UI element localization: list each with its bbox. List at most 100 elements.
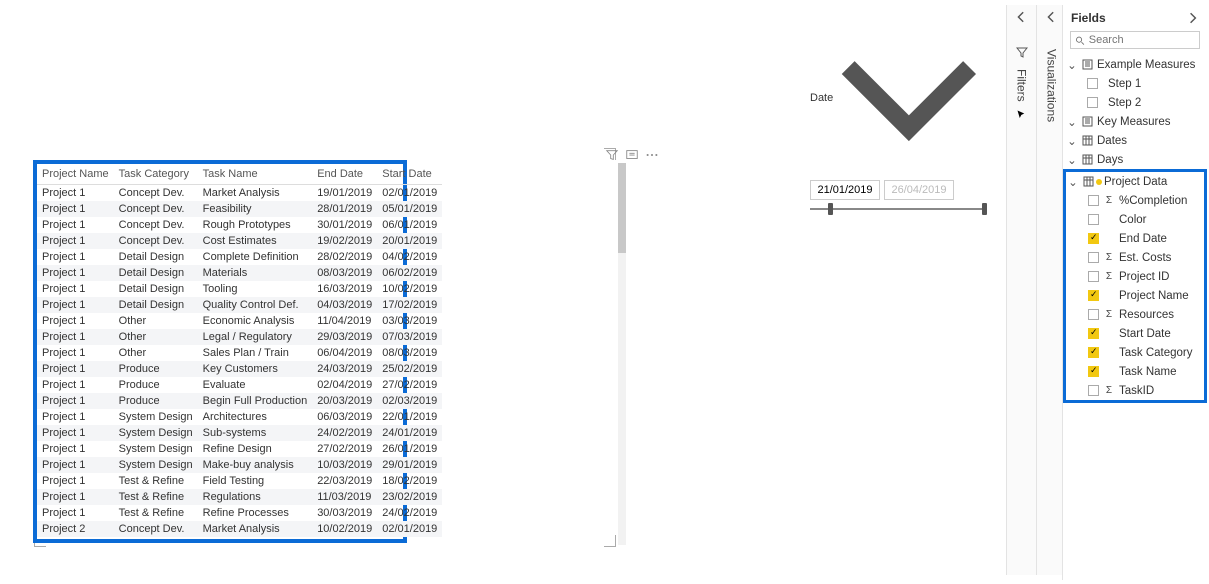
- sigma-icon: Σ: [1104, 271, 1114, 282]
- checkbox[interactable]: [1088, 328, 1099, 339]
- table-row[interactable]: Project 1Concept Dev.Rough Prototypes30/…: [37, 217, 442, 233]
- checkbox[interactable]: [1088, 214, 1099, 225]
- column-header[interactable]: Start Date: [377, 164, 442, 185]
- table-cell: Tooling: [198, 281, 313, 297]
- table-cell: 28/02/2019: [312, 249, 377, 265]
- collapse-icon[interactable]: ⌄: [1067, 115, 1077, 129]
- date-end-input[interactable]: 26/04/2019: [884, 180, 954, 200]
- collapse-icon[interactable]: ⌄: [1068, 175, 1078, 189]
- fields-search[interactable]: [1070, 31, 1200, 49]
- table-node-example-measures[interactable]: ⌄ Example Measures: [1065, 55, 1205, 74]
- table-cell: Detail Design: [114, 297, 198, 313]
- date-start-input[interactable]: 21/01/2019: [810, 180, 880, 200]
- field-item[interactable]: Color: [1066, 210, 1204, 229]
- collapse-icon[interactable]: ⌄: [1067, 58, 1077, 72]
- checkbox[interactable]: [1088, 195, 1099, 206]
- checkbox[interactable]: [1088, 233, 1099, 244]
- table-row[interactable]: Project 1System DesignArchitectures06/03…: [37, 409, 442, 425]
- slider-thumb-start[interactable]: [828, 203, 833, 215]
- checkbox[interactable]: [1088, 366, 1099, 377]
- table-row[interactable]: Project 1OtherSales Plan / Train06/04/20…: [37, 345, 442, 361]
- field-item[interactable]: ΣResources: [1066, 305, 1204, 324]
- focus-mode-icon[interactable]: [625, 148, 639, 162]
- table-row[interactable]: Project 1ProduceEvaluate02/04/201927/02/…: [37, 377, 442, 393]
- field-item[interactable]: Task Name: [1066, 362, 1204, 381]
- scrollbar-thumb[interactable]: [618, 163, 626, 253]
- field-item[interactable]: ΣProject ID: [1066, 267, 1204, 286]
- column-header[interactable]: End Date: [312, 164, 377, 185]
- field-item[interactable]: ΣEst. Costs: [1066, 248, 1204, 267]
- table-icon: [1081, 135, 1093, 147]
- visual-resize-br[interactable]: [604, 535, 616, 547]
- visual-scrollbar[interactable]: [618, 163, 626, 545]
- search-input[interactable]: [1089, 34, 1195, 46]
- table-row[interactable]: Project 1Detail DesignTooling16/03/20191…: [37, 281, 442, 297]
- slider-thumb-end[interactable]: [982, 203, 987, 215]
- table-row[interactable]: Project 1Detail DesignComplete Definitio…: [37, 249, 442, 265]
- table-cell: 03/03/2019: [377, 313, 442, 329]
- column-header[interactable]: Task Category: [114, 164, 198, 185]
- table-cell: Key Customers: [198, 361, 313, 377]
- date-slider[interactable]: [810, 208, 985, 210]
- table-cell: Detail Design: [114, 281, 198, 297]
- field-item[interactable]: End Date: [1066, 229, 1204, 248]
- more-options-icon[interactable]: [645, 148, 659, 162]
- field-step1[interactable]: Step 1: [1065, 74, 1205, 93]
- field-step2[interactable]: Step 2: [1065, 93, 1205, 112]
- table-row[interactable]: Project 1Test & RefineField Testing22/03…: [37, 473, 442, 489]
- table-visual[interactable]: Project NameTask CategoryTask NameEnd Da…: [36, 163, 614, 545]
- checkbox[interactable]: [1087, 78, 1098, 89]
- table-row[interactable]: Project 1Detail DesignMaterials08/03/201…: [37, 265, 442, 281]
- field-item[interactable]: ΣTaskID: [1066, 381, 1204, 400]
- checkbox[interactable]: [1088, 290, 1099, 301]
- table-cell: Project 1: [37, 489, 114, 505]
- field-label: Start Date: [1119, 328, 1171, 340]
- table-row[interactable]: Project 1ProduceBegin Full Production20/…: [37, 393, 442, 409]
- table-row[interactable]: Project 1OtherEconomic Analysis11/04/201…: [37, 313, 442, 329]
- table-row[interactable]: Project 1Concept Dev.Cost Estimates19/02…: [37, 233, 442, 249]
- chevron-right-icon[interactable]: [1187, 12, 1199, 24]
- checkbox[interactable]: [1088, 271, 1099, 282]
- field-item[interactable]: Start Date: [1066, 324, 1204, 343]
- column-header[interactable]: Task Name: [198, 164, 313, 185]
- chevron-left-icon[interactable]: [1046, 11, 1058, 23]
- table-row[interactable]: Project 1OtherLegal / Regulatory29/03/20…: [37, 329, 442, 345]
- table-row[interactable]: Project 1System DesignRefine Design27/02…: [37, 441, 442, 457]
- checkbox[interactable]: [1088, 385, 1099, 396]
- checkbox[interactable]: [1088, 309, 1099, 320]
- checkbox[interactable]: [1087, 97, 1098, 108]
- table-cell: 02/01/2019: [377, 185, 442, 202]
- table-row[interactable]: Project 2Concept Dev.Market Analysis10/0…: [37, 521, 442, 537]
- table-row[interactable]: Project 1Test & RefineRefine Processes30…: [37, 505, 442, 521]
- table-row[interactable]: Project 1System DesignSub-systems24/02/2…: [37, 425, 442, 441]
- table-row[interactable]: Project 1Detail DesignQuality Control De…: [37, 297, 442, 313]
- field-item[interactable]: Project Name: [1066, 286, 1204, 305]
- chevron-left-icon[interactable]: [1016, 11, 1028, 23]
- chevron-down-icon[interactable]: [833, 22, 985, 174]
- table-row[interactable]: Project 1Concept Dev.Market Analysis19/0…: [37, 185, 442, 202]
- table-node-dates[interactable]: ⌄ Dates: [1065, 131, 1205, 150]
- table-cell: 08/03/2019: [377, 345, 442, 361]
- fields-pane-title: Fields: [1071, 11, 1106, 25]
- table-row[interactable]: Project 1Concept Dev.Feasibility28/01/20…: [37, 201, 442, 217]
- table-node-days[interactable]: ⌄ Days: [1065, 150, 1205, 169]
- table-row[interactable]: Project 1ProduceKey Customers24/03/20192…: [37, 361, 442, 377]
- table-cell: 27/02/2019: [312, 441, 377, 457]
- collapse-icon[interactable]: ⌄: [1067, 134, 1077, 148]
- table-cell: 11/03/2019: [312, 489, 377, 505]
- filter-icon[interactable]: [605, 148, 619, 162]
- measure-table-icon: [1081, 116, 1093, 128]
- column-header[interactable]: Project Name: [37, 164, 114, 185]
- field-item[interactable]: Σ%Completion: [1066, 191, 1204, 210]
- table-node-key-measures[interactable]: ⌄ Key Measures: [1065, 112, 1205, 131]
- table-node-project-data[interactable]: ⌄ Project Data: [1066, 172, 1204, 191]
- table-row[interactable]: Project 1Test & RefineRegulations11/03/2…: [37, 489, 442, 505]
- checkbox[interactable]: [1088, 347, 1099, 358]
- filters-pane-collapsed[interactable]: Filters: [1006, 5, 1036, 575]
- field-label: Project Name: [1119, 290, 1189, 302]
- date-slicer[interactable]: Date 21/01/2019 26/04/2019: [810, 22, 985, 210]
- collapse-icon[interactable]: ⌄: [1067, 153, 1077, 167]
- checkbox[interactable]: [1088, 252, 1099, 263]
- field-item[interactable]: Task Category: [1066, 343, 1204, 362]
- table-row[interactable]: Project 1System DesignMake-buy analysis1…: [37, 457, 442, 473]
